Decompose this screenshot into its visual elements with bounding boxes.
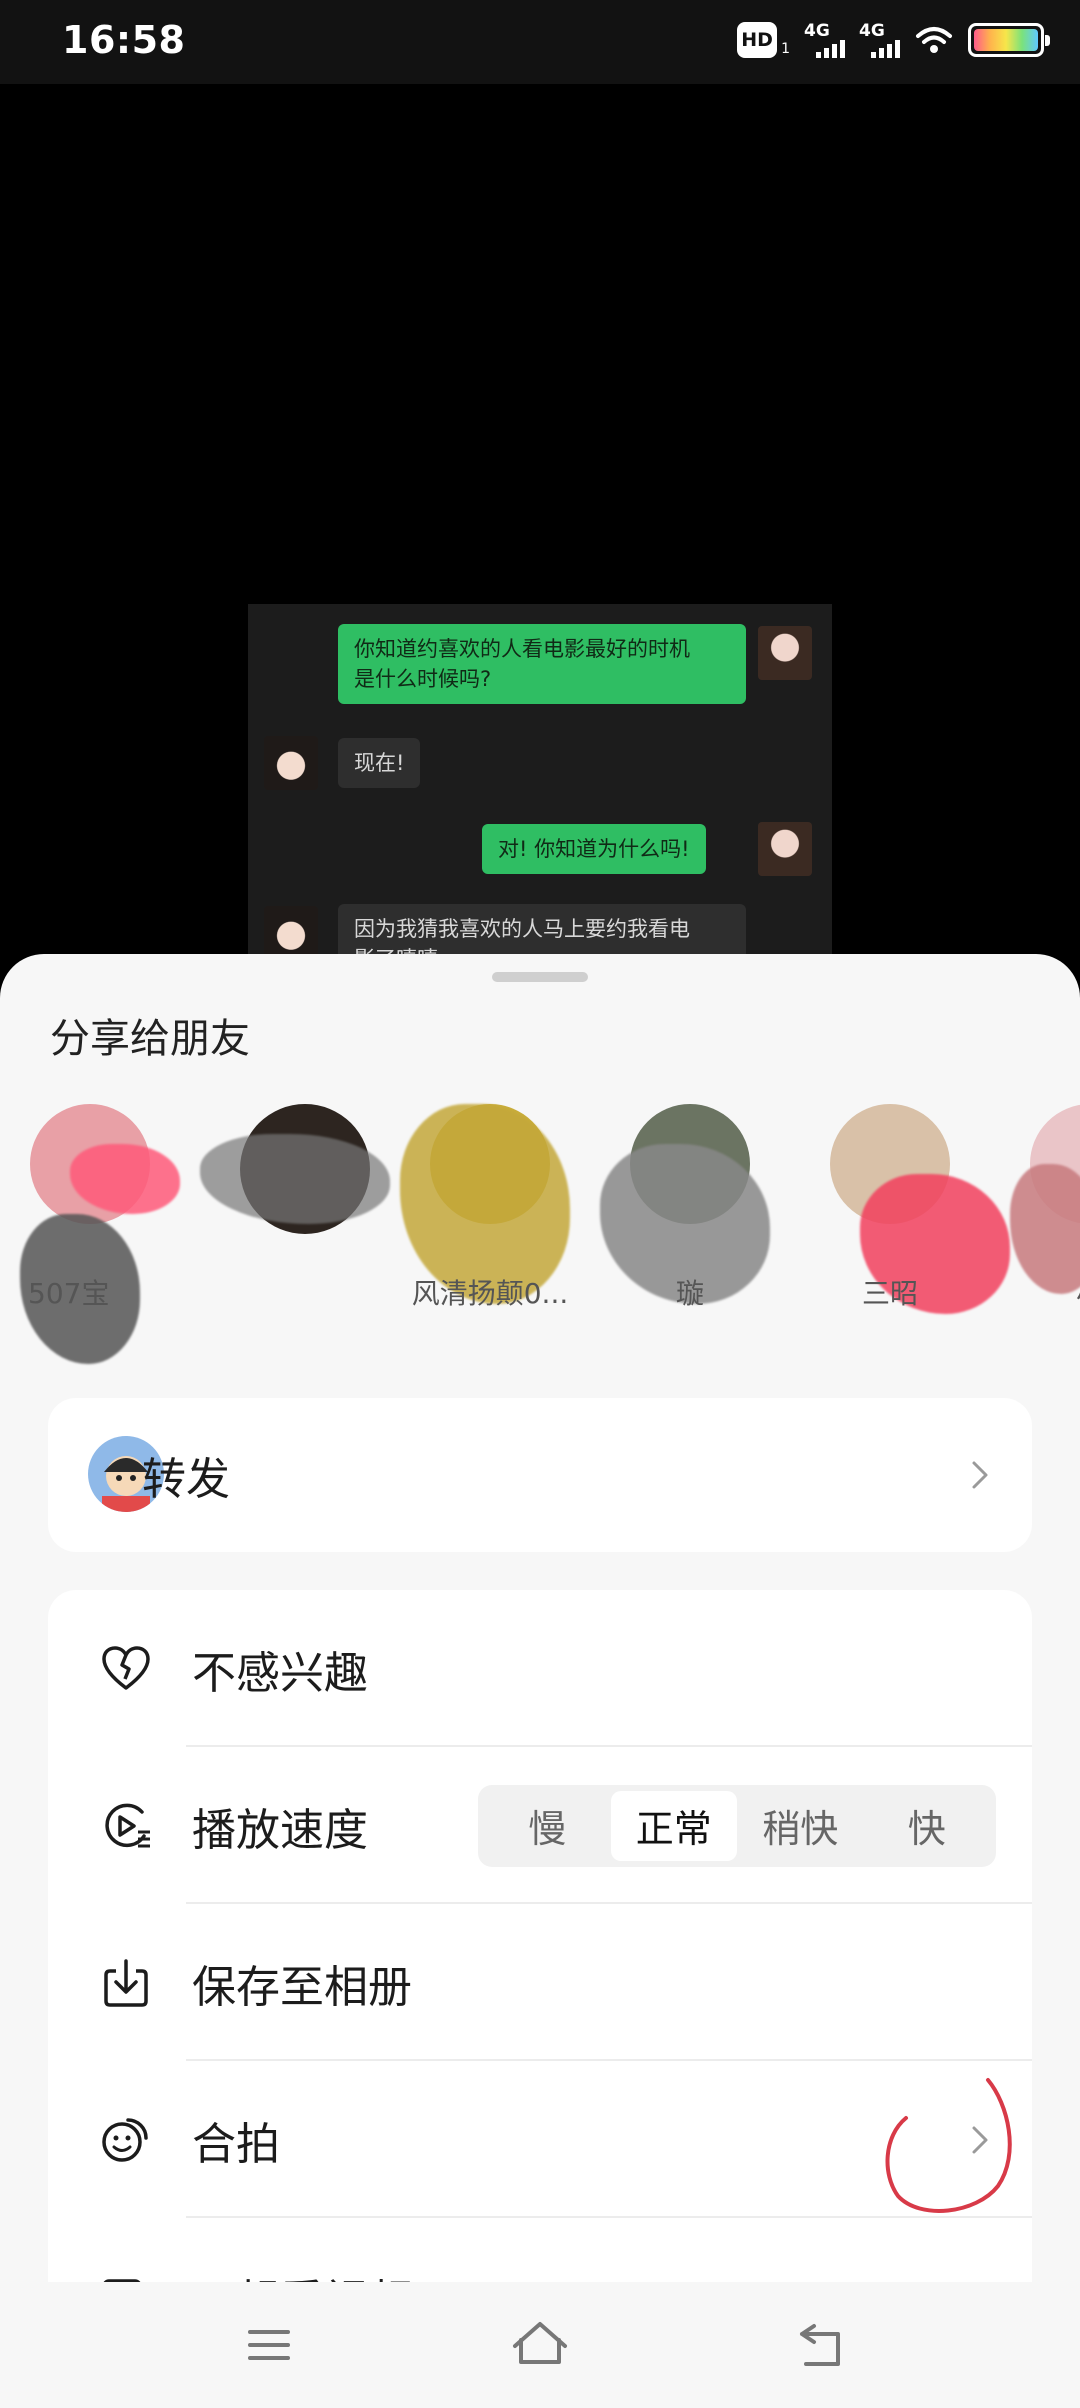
friend-item[interactable]: 璇 [600, 1104, 780, 1344]
speed-option-fast[interactable]: 快 [864, 1791, 991, 1861]
signal-icon-1: 4G [804, 20, 845, 58]
chat-message-1-line2: 是什么时候吗? [354, 667, 492, 691]
friend-item[interactable]: 507宝 [0, 1104, 180, 1364]
chat-message-1: 你知道约喜欢的人看电影最好的时机 是什么时候吗? [338, 624, 746, 704]
sheet-title: 分享给朋友 [50, 1016, 250, 1062]
video-player[interactable]: 你知道约喜欢的人看电影最好的时机 是什么时候吗? 现在! 对! 你知道为什么吗!… [0, 84, 1080, 964]
chevron-right-icon [972, 1461, 988, 1489]
not-interested-label: 不感兴趣 [192, 1647, 368, 1699]
chat-avatar-girl [758, 626, 812, 680]
forward-label: 转发 [142, 1454, 230, 1505]
chat-message-1-line1: 你知道约喜欢的人看电影最好的时机 [354, 637, 690, 661]
duet-icon [102, 2117, 148, 2162]
chat-avatar-boy-2 [264, 906, 318, 960]
friend-item[interactable] [200, 1104, 390, 1344]
playback-speed-row: 播放速度 慢 正常 稍快 快 [48, 1747, 1032, 1904]
chat-screenshot: 你知道约喜欢的人看电影最好的时机 是什么时候吗? 现在! 对! 你知道为什么吗!… [248, 604, 832, 964]
system-nav-bar [0, 2282, 1080, 2408]
hd-badge: HD [737, 22, 778, 58]
network-label-2: 4G [859, 20, 885, 41]
forward-row[interactable]: 转发 [48, 1398, 1032, 1552]
speed-option-slow[interactable]: 慢 [484, 1791, 611, 1861]
sheet-handle[interactable] [492, 972, 588, 982]
signal-icon-2: 4G [859, 20, 900, 58]
friend-name: 璇 [675, 1277, 704, 1310]
home-icon[interactable] [507, 2312, 573, 2378]
friend-item[interactable]: 三昭 [800, 1104, 1010, 1344]
chat-message-2: 现在! [338, 738, 421, 788]
speed-option-faster[interactable]: 稍快 [737, 1791, 864, 1861]
playback-speed-label: 播放速度 [192, 1804, 368, 1856]
friend-name: 风清扬颠0... [411, 1277, 569, 1310]
speed-option-normal[interactable]: 正常 [610, 1790, 737, 1861]
chat-avatar-boy [264, 736, 318, 790]
speed-selector: 慢 正常 稍快 快 [478, 1784, 996, 1867]
friends-row: 507宝 风清扬颠0... 璇 三昭 小 [0, 1104, 1080, 1364]
wifi-icon [916, 27, 952, 53]
broken-heart-icon [102, 1645, 150, 1690]
status-icons: HD 1 4G 4G [737, 20, 1050, 58]
status-bar: 16:58 HD 1 4G 4G [0, 0, 1080, 84]
menu-icon[interactable] [236, 2312, 302, 2378]
friend-name: 三昭 [861, 1277, 918, 1310]
back-icon[interactable] [790, 2312, 856, 2378]
friend-name: 507宝 [28, 1277, 110, 1310]
duet-row[interactable]: 合拍 [48, 2061, 1032, 2218]
chevron-right-icon [972, 2126, 988, 2153]
hd-sub: 1 [781, 41, 790, 57]
chat-message-4-line1: 因为我猜我喜欢的人马上要约我看电 [354, 917, 690, 941]
chat-avatar-girl-2 [758, 822, 812, 876]
friend-item[interactable]: 风清扬颠0... [400, 1104, 580, 1344]
friend-name: 小 [1000, 1272, 1080, 1312]
chat-message-3: 对! 你知道为什么吗! [482, 824, 706, 874]
playback-speed-icon [105, 1803, 150, 1847]
save-to-album-row[interactable]: 保存至相册 [48, 1904, 1032, 2061]
download-icon [104, 1958, 148, 2007]
duet-label: 合拍 [192, 2118, 280, 2170]
save-to-album-label: 保存至相册 [192, 1961, 412, 2013]
status-time: 16:58 [62, 18, 186, 62]
friend-item[interactable]: 小 [1000, 1104, 1080, 1344]
network-label-1: 4G [804, 20, 830, 41]
not-interested-row[interactable]: 不感兴趣 [48, 1590, 1032, 1747]
battery-icon [968, 23, 1050, 57]
share-sheet: 分享给朋友 507宝 风清扬颠0... 璇 三昭 转发 不感兴趣 播放速度 慢 … [0, 954, 1080, 2408]
